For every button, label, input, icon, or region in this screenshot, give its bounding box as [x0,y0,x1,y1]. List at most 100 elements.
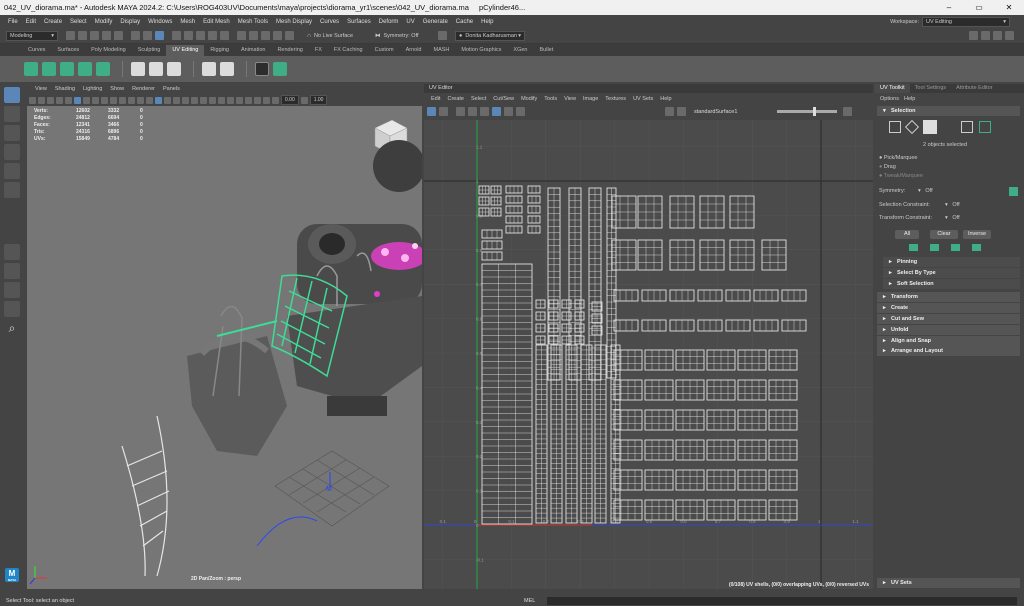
uv-mode-icon[interactable] [961,121,973,133]
xray-joints-icon[interactable] [254,96,261,104]
user-account-button[interactable]: ● Donita Kadharusman ▾ [455,30,525,41]
rope-ladder[interactable] [121,415,170,577]
gate-mask-icon[interactable] [110,96,117,104]
select-shell-interior-icon[interactable] [930,244,939,251]
uv-menu-select[interactable]: Select [471,96,486,102]
tab-uv-toolkit[interactable]: UV Toolkit [875,84,910,93]
menu-edit[interactable]: Edit [26,19,36,25]
shelf-tab-arnold[interactable]: Arnold [400,45,428,56]
menu-deform[interactable]: Deform [379,19,399,25]
snap-surface-icon[interactable] [220,31,229,40]
motion-blur-icon[interactable] [218,96,225,104]
shelf-tab-uv-editing[interactable]: UV Editing [166,45,205,56]
shelf-tab-custom[interactable]: Custom [369,45,400,56]
modeling-toolkit-icon[interactable] [969,31,978,40]
uv-texture-borders-icon[interactable] [504,107,513,116]
ipr-render-icon[interactable] [261,31,270,40]
backface-culling-icon[interactable] [263,96,270,104]
section-uv-sets[interactable]: UV Sets [877,578,1020,588]
xray-icon[interactable] [245,96,252,104]
select-tool-icon[interactable] [4,87,20,103]
workspace-dropdown[interactable]: UV Editing ▾ [922,16,1010,27]
cut-uv-edges-icon[interactable] [202,62,216,76]
uv-frame-icon[interactable] [456,107,465,116]
menu-edit-mesh[interactable]: Edit Mesh [203,19,230,25]
viewport-menu-lighting[interactable]: Lighting [83,86,102,92]
live-surface-field[interactable]: ∩ No Live Surface [304,30,368,41]
uv-menu-uv-sets[interactable]: UV Sets [633,96,653,102]
snap-curve-icon[interactable] [184,31,193,40]
default-material-icon[interactable] [164,96,171,104]
camera-icon[interactable] [29,96,36,104]
uv-image-icon[interactable] [439,107,448,116]
bookmark-icon[interactable] [47,96,54,104]
select-shell-border-icon[interactable] [909,244,918,251]
wireframe-on-shaded-icon[interactable] [173,96,180,104]
exposure-slider[interactable] [777,107,838,116]
uv-menu-edit[interactable]: Edit [431,96,440,102]
shelf-tab-rendering[interactable]: Rendering [271,45,308,56]
outliner-layout-icon[interactable] [4,301,20,317]
menu-display[interactable]: Display [120,19,140,25]
uv-reset-icon[interactable] [843,107,853,116]
uv-menu-image[interactable]: Image [583,96,598,102]
uv-menu-help[interactable]: Help [660,96,671,102]
lasso-tool-icon[interactable] [4,106,20,122]
open-scene-icon[interactable] [78,31,87,40]
section-select-by-type[interactable]: Select By Type [883,268,1020,278]
exposure-icon[interactable] [272,96,279,104]
menu-cache[interactable]: Cache [456,19,473,25]
exposure-slider-handle[interactable] [813,107,817,116]
section-create[interactable]: Create [877,303,1020,313]
pick-marquee-option[interactable]: ● Pick/Marquee [879,155,918,161]
section-selection[interactable]: Selection [877,106,1020,116]
symmetry-field[interactable]: ⧓ Symmetry: Off [372,30,430,41]
face-mode-icon[interactable] [923,120,937,134]
uv-menu-create[interactable]: Create [447,96,464,102]
section-arrange-and-layout[interactable]: Arrange and Layout [877,346,1020,356]
snap-view-icon[interactable] [208,31,217,40]
uv-shell-mode-icon[interactable] [979,121,991,133]
image-plane-icon[interactable] [56,96,63,104]
shelf-tab-xgen[interactable]: XGen [507,45,533,56]
2d-pan-zoom-icon[interactable] [65,96,72,104]
perspective-viewport[interactable]: View Shading Lighting Show Renderer Pane… [27,84,422,589]
redo-icon[interactable] [114,31,123,40]
shelf-tab-sculpting[interactable]: Sculpting [132,45,167,56]
resolution-gate-icon[interactable] [101,96,108,104]
tool-settings-icon[interactable] [993,31,1002,40]
menu-mesh[interactable]: Mesh [180,19,195,25]
camera-projection-icon[interactable] [96,62,110,76]
checker-map-icon[interactable] [255,62,269,76]
safe-title-icon[interactable] [137,96,144,104]
shelf-tab-surfaces[interactable]: Surfaces [51,45,85,56]
single-perspective-layout-icon[interactable] [4,244,20,260]
shelf-tab-motion-graphics[interactable]: Motion Graphics [455,45,507,56]
sew-uv-edges-icon[interactable] [220,62,234,76]
move-tool-icon[interactable] [4,144,20,160]
transform-constraint-dropdown[interactable]: ▾ Off [945,215,960,221]
gamma-field[interactable]: 1.00 [309,95,328,105]
vertex-mode-icon[interactable] [889,121,901,133]
menu-create[interactable]: Create [44,19,62,25]
grease-pencil-icon[interactable] [74,96,81,104]
undo-icon[interactable] [102,31,111,40]
section-align-and-snap[interactable]: Align and Snap [877,336,1020,346]
isolate-select-icon[interactable] [236,96,243,104]
uv-menu-modify[interactable]: Modify [521,96,537,102]
tweak-marquee-option[interactable]: ● Tweak/Marquee [879,173,923,179]
menu-file[interactable]: File [8,19,18,25]
uv-set-dropdown[interactable]: standardSurface1 [694,109,737,115]
uv-menu-tools[interactable]: Tools [544,96,557,102]
film-gate-icon[interactable] [92,96,99,104]
uv-isolate-icon[interactable] [516,107,525,116]
uv-filter-icon[interactable] [468,107,477,116]
section-pinning[interactable]: Pinning [883,257,1020,267]
shelf-tab-curves[interactable]: Curves [22,45,51,56]
uv-toolkit-menu-help[interactable]: Help [904,96,915,102]
menu-modify[interactable]: Modify [95,19,113,25]
automatic-projection-icon[interactable] [78,62,92,76]
orient-shells-icon[interactable] [167,62,181,76]
channel-box-icon[interactable] [1005,31,1014,40]
four-view-layout-icon[interactable] [4,263,20,279]
